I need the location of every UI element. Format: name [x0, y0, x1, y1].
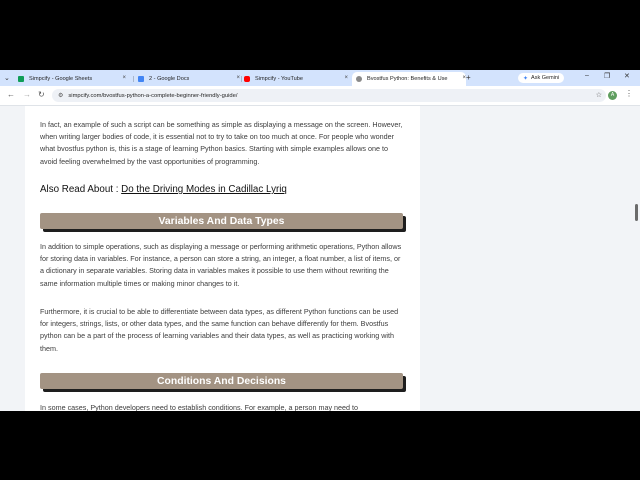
- youtube-icon: [244, 76, 250, 82]
- back-button[interactable]: ←: [7, 90, 15, 99]
- page-viewport: In fact, an example of such a script can…: [0, 106, 640, 411]
- tab-title: Simpcify - YouTube: [255, 76, 303, 82]
- menu-icon[interactable]: ⋮: [625, 89, 633, 98]
- paragraph: In fact, an example of such a script can…: [40, 120, 403, 166]
- reload-button[interactable]: ↻: [38, 90, 45, 99]
- paragraph: Furthermore, it is crucial to be able to…: [40, 307, 399, 353]
- close-tab-icon[interactable]: ×: [122, 75, 126, 81]
- also-read-link[interactable]: Do the Driving Modes in Cadillac Lyriq: [121, 184, 287, 195]
- tab-bvostfus-python[interactable]: Bvostfus Python: Benefits & Use ×: [352, 72, 466, 86]
- ask-gemini-button[interactable]: ✦ Ask Gemini: [518, 73, 565, 83]
- browser-toolbar: ← → ↻ ⚙ simpcify.com/bvostfus-python-a-c…: [0, 86, 640, 106]
- section-heading: Variables And Data Types: [40, 213, 403, 229]
- sheets-icon: [18, 76, 24, 82]
- tab-title: Simpcify - Google Sheets: [29, 76, 93, 82]
- tab-search-icon[interactable]: ⌄: [4, 74, 10, 82]
- ask-gemini-label: Ask Gemini: [531, 75, 560, 81]
- paragraph: In addition to simple operations, such a…: [40, 242, 402, 288]
- tab-title: 2 - Google Docs: [149, 76, 190, 82]
- minimize-button[interactable]: –: [585, 72, 589, 79]
- bookmark-star-icon[interactable]: ☆: [596, 91, 602, 99]
- forward-button[interactable]: →: [23, 90, 31, 99]
- close-tab-icon[interactable]: ×: [236, 75, 240, 81]
- new-tab-button[interactable]: +: [466, 73, 471, 82]
- article-body: In fact, an example of such a script can…: [25, 106, 420, 411]
- profile-avatar[interactable]: A: [608, 91, 617, 100]
- tab-divider: [241, 76, 242, 82]
- also-read-line: Also Read About : Do the Driving Modes i…: [40, 184, 287, 195]
- tab-google-sheets[interactable]: Simpcify - Google Sheets ×: [18, 72, 126, 86]
- browser-window: ⌄ Simpcify - Google Sheets × 2 - Google …: [0, 70, 640, 411]
- docs-icon: [138, 76, 144, 82]
- address-bar[interactable]: ⚙ simpcify.com/bvostfus-python-a-complet…: [52, 89, 606, 102]
- close-tab-icon[interactable]: ×: [344, 75, 348, 81]
- restore-button[interactable]: ❐: [604, 72, 610, 80]
- url-text: simpcify.com/bvostfus-python-a-complete-…: [68, 92, 238, 99]
- site-info-icon[interactable]: ⚙: [58, 92, 63, 99]
- tab-strip: ⌄ Simpcify - Google Sheets × 2 - Google …: [0, 70, 640, 86]
- paragraph: In some cases, Python developers need to…: [40, 403, 359, 411]
- tab-divider: [133, 76, 134, 82]
- site-icon: [356, 76, 362, 82]
- tab-google-docs[interactable]: 2 - Google Docs ×: [138, 72, 240, 86]
- tab-youtube[interactable]: Simpcify - YouTube ×: [244, 72, 348, 86]
- tab-title: Bvostfus Python: Benefits & Use: [367, 76, 448, 82]
- gemini-icon: ✦: [523, 75, 529, 82]
- section-heading: Conditions And Decisions: [40, 373, 403, 389]
- close-window-button[interactable]: ✕: [624, 72, 630, 80]
- scrollbar-thumb[interactable]: [635, 204, 638, 221]
- also-read-prefix: Also Read About :: [40, 184, 122, 195]
